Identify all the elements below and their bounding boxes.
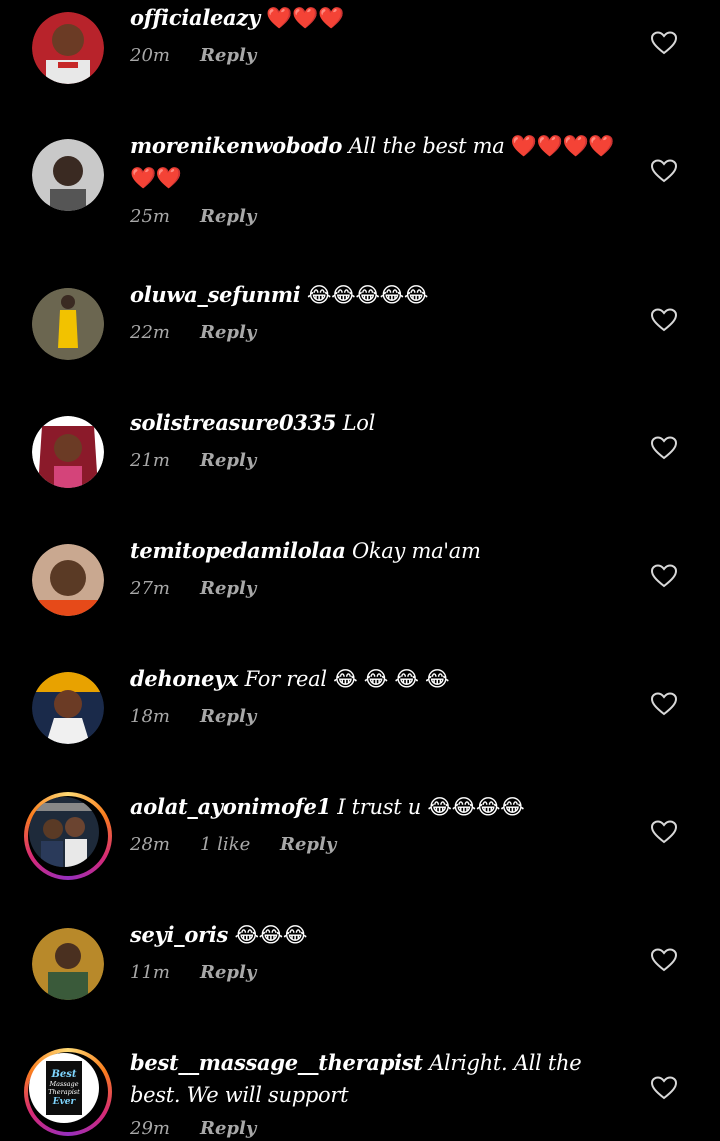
avatar-image (32, 416, 104, 488)
heart-outline-icon[interactable] (651, 308, 677, 332)
comment-meta: 20m Reply (130, 45, 256, 66)
heart-outline-icon[interactable] (651, 564, 677, 588)
comment-emoji: 😂 😂 😂 😂 (333, 667, 450, 691)
avatar[interactable] (32, 416, 104, 488)
comment-username[interactable]: best__massage__therapist (130, 1050, 423, 1075)
avatar-image (32, 544, 104, 616)
avatar-story-ring[interactable] (24, 792, 112, 880)
comment-time: 18m (130, 706, 170, 727)
comment-emoji: ❤️❤️❤️ (266, 6, 344, 30)
avatar-image (32, 12, 104, 84)
comment-text: oluwa_sefunmi 😂😂😂😂😂 (130, 279, 620, 311)
comment-likes[interactable]: 1 like (200, 834, 280, 855)
heart-outline-icon[interactable] (651, 1076, 677, 1100)
comment-meta: 21m Reply (130, 450, 256, 471)
reply-button[interactable]: Reply (200, 578, 256, 599)
avatar[interactable] (32, 139, 104, 211)
comment-text: solistreasure0335 Lol (130, 407, 620, 439)
avatar-logo-text: Massage (48, 1080, 78, 1088)
comment-time: 11m (130, 962, 170, 983)
comment-time: 25m (130, 206, 170, 227)
comment-meta: 27m Reply (130, 578, 256, 599)
comment-body: Okay ma'am (351, 539, 481, 563)
comment-time: 20m (130, 45, 170, 66)
reply-button[interactable]: Reply (200, 962, 256, 983)
comment-time: 27m (130, 578, 170, 599)
comment-meta: 29m Reply (130, 1118, 256, 1139)
comment-username[interactable]: oluwa_sefunmi (130, 282, 301, 307)
avatar-image (29, 797, 99, 867)
comment-time: 29m (130, 1118, 170, 1139)
avatar-image (32, 139, 104, 211)
avatar-image: Best Massage Therapist Ever (29, 1053, 99, 1123)
comment-emoji: 😂😂😂😂😂 (306, 283, 429, 307)
heart-outline-icon[interactable] (651, 31, 677, 55)
comment-text: officialeazy ❤️❤️❤️ (130, 2, 620, 34)
avatar[interactable] (32, 928, 104, 1000)
reply-button[interactable]: Reply (200, 206, 256, 227)
comment-meta: 22m Reply (130, 322, 256, 343)
avatar[interactable] (32, 672, 104, 744)
avatar-logo-text: Best (50, 1069, 76, 1080)
comment-meta: 25m Reply (130, 206, 256, 227)
avatar-logo-text: Therapist (48, 1088, 80, 1096)
comment-username[interactable]: morenikenwobodo (130, 133, 342, 158)
comment-username[interactable]: aolat_ayonimofe1 (130, 794, 331, 819)
comment-meta: 18m Reply (130, 706, 256, 727)
reply-button[interactable]: Reply (200, 706, 256, 727)
avatar[interactable] (32, 544, 104, 616)
heart-outline-icon[interactable] (651, 692, 677, 716)
reply-button[interactable]: Reply (200, 45, 256, 66)
avatar-image (32, 672, 104, 744)
avatar-logo-text: Ever (52, 1097, 77, 1107)
heart-outline-icon[interactable] (651, 159, 677, 183)
reply-button[interactable]: Reply (200, 1118, 256, 1139)
avatar[interactable] (32, 288, 104, 360)
heart-outline-icon[interactable] (651, 436, 677, 460)
comment-username[interactable]: seyi_oris (130, 922, 228, 947)
heart-outline-icon[interactable] (651, 948, 677, 972)
comment-emoji: 😂😂😂 (234, 923, 308, 947)
comment-text: morenikenwobodo All the best ma ❤️❤️❤️❤️… (130, 130, 620, 194)
heart-outline-icon[interactable] (651, 820, 677, 844)
comment-username[interactable]: dehoneyx (130, 666, 239, 691)
comment-time: 21m (130, 450, 170, 471)
reply-button[interactable]: Reply (200, 450, 256, 471)
comment-text: aolat_ayonimofe1 I trust u 😂😂😂😂 (130, 791, 620, 823)
comment-meta: 28m 1 like Reply (130, 834, 336, 855)
comment-time: 22m (130, 322, 170, 343)
comment-emoji: 😂😂😂😂 (427, 795, 525, 819)
comment-time: 28m (130, 834, 170, 855)
avatar-image (32, 288, 104, 360)
comment-text: seyi_oris 😂😂😂 (130, 919, 620, 951)
comment-username[interactable]: temitopedamilolaa (130, 538, 346, 563)
avatar[interactable] (32, 12, 104, 84)
reply-button[interactable]: Reply (280, 834, 336, 855)
comment-body: I trust u (337, 795, 421, 819)
comment-username[interactable]: officialeazy (130, 5, 260, 30)
comment-text: dehoneyx For real 😂 😂 😂 😂 (130, 663, 620, 695)
avatar-image (32, 928, 104, 1000)
avatar-story-ring[interactable]: Best Massage Therapist Ever (24, 1048, 112, 1136)
comment-body: Lol (342, 411, 376, 435)
comment-meta: 11m Reply (130, 962, 256, 983)
reply-button[interactable]: Reply (200, 322, 256, 343)
comment-text: temitopedamilolaa Okay ma'am (130, 535, 620, 567)
comment-body: For real (244, 667, 327, 691)
comment-body: All the best ma (348, 134, 505, 158)
comment-username[interactable]: solistreasure0335 (130, 410, 337, 435)
comment-text: best__massage__therapist Alright. All th… (130, 1047, 620, 1111)
